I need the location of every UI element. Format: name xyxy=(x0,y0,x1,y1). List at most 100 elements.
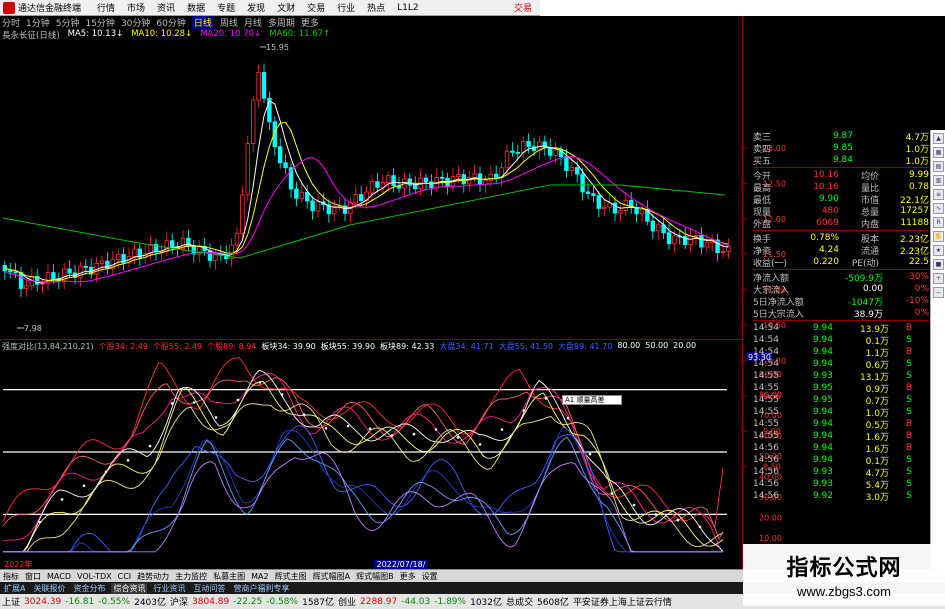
osc-series-line xyxy=(3,403,724,553)
indicator-name: 强度对比(13,84,210,21) xyxy=(2,342,94,351)
tick-price: 9.95 xyxy=(812,383,833,393)
period-monthly[interactable]: 月线 xyxy=(244,16,262,29)
index-cy-name[interactable]: 创业 xyxy=(338,595,356,608)
menu-item-wealth[interactable]: 文财 xyxy=(277,1,295,14)
osc-dot xyxy=(632,503,636,507)
menu-item-quotes[interactable]: 行情 xyxy=(97,1,115,14)
toolbar-item[interactable]: 辉式幅图B xyxy=(356,571,394,582)
toolbar-item[interactable]: 主力监控 xyxy=(175,571,207,582)
tick-price: 9.94 xyxy=(812,335,833,345)
period-30min[interactable]: 30分钟 xyxy=(121,16,150,29)
toolbar-item[interactable]: 设置 xyxy=(422,571,438,582)
menu-item-news[interactable]: 资讯 xyxy=(157,1,175,14)
index-sz-name[interactable]: 沪深 xyxy=(170,595,188,608)
bars-icon[interactable]: ▥ xyxy=(933,175,944,186)
tab-item[interactable]: 营商户福利专享 xyxy=(231,583,291,594)
toolbar-item[interactable]: 私募主图 xyxy=(213,571,245,582)
candle-body xyxy=(553,149,558,156)
hand-icon[interactable]: ✋ xyxy=(933,231,944,242)
period-15min[interactable]: 15分钟 xyxy=(85,16,114,29)
square-icon[interactable]: ■ xyxy=(933,259,944,270)
osc-dot xyxy=(280,393,284,396)
line-icon[interactable]: ∿ xyxy=(933,203,944,214)
ask-price: 9.84 xyxy=(832,155,853,165)
toolbar-item[interactable]: CCI xyxy=(118,572,132,581)
ask-price: 9.85 xyxy=(832,143,853,153)
candle-body xyxy=(375,181,380,188)
candle-body xyxy=(585,191,591,194)
candle-body xyxy=(83,265,88,268)
info-value: 6069 xyxy=(816,218,839,228)
menu-item-topics[interactable]: 专题 xyxy=(217,1,235,14)
quote-row: 净资 4.24 流通 2.23亿 xyxy=(753,244,929,257)
period-5min[interactable]: 5分钟 xyxy=(56,16,80,29)
menu-item-discover[interactable]: 发现 xyxy=(247,1,265,14)
oscillator-chart[interactable]: 2022年 xyxy=(2,357,727,569)
menu-item-trade[interactable]: 交易 xyxy=(307,1,325,14)
menu-item-industry[interactable]: 行业 xyxy=(337,1,355,14)
minus-icon[interactable]: − xyxy=(933,287,944,298)
period-multi[interactable]: 多周期 xyxy=(268,16,295,29)
candlestick-chart[interactable]: 15.95 7.98 xyxy=(2,43,731,333)
star-icon[interactable]: ★ xyxy=(933,245,944,256)
chart-icon[interactable]: ▤ xyxy=(933,161,944,172)
menu-item-data[interactable]: 数据 xyxy=(187,1,205,14)
menu-item-hot[interactable]: 热点 xyxy=(367,1,385,14)
index-sh-name[interactable]: 上证 xyxy=(2,595,20,608)
watermark-title: 指标公式网 xyxy=(786,556,902,581)
osc-item: 20.00 xyxy=(673,341,697,350)
toolbar-item[interactable]: 辉式幅图A xyxy=(313,571,350,582)
tab-item[interactable]: 资金分布 xyxy=(71,583,107,594)
total-turnover-label: 总成交 xyxy=(506,598,534,608)
toolbar-item[interactable]: 指标 xyxy=(3,571,19,582)
menu-item-l1l2[interactable]: L1L2 xyxy=(397,3,418,13)
period-daily[interactable]: 日线 xyxy=(191,16,214,29)
toolbar-item[interactable]: 趋势动力 xyxy=(137,571,169,582)
menu-item-market[interactable]: 市场 xyxy=(127,1,145,14)
period-more[interactable]: 更多 xyxy=(301,16,319,29)
tab-item[interactable]: 综合资讯 xyxy=(111,582,148,594)
osc-dot xyxy=(368,427,372,431)
trade-button[interactable]: 交易 xyxy=(514,1,532,14)
tab-item[interactable]: 关联报价 xyxy=(31,583,67,594)
grid-icon[interactable]: ▦ xyxy=(933,147,944,158)
period-1min[interactable]: 1分钟 xyxy=(26,16,50,29)
toolbar-item[interactable]: VOL-TDX xyxy=(77,572,112,581)
toolbar-item[interactable]: 辉式主图 xyxy=(275,571,307,582)
toolbar-item[interactable]: 窗口 xyxy=(25,571,41,582)
tab-item[interactable]: 互动问答 xyxy=(191,583,227,594)
candle-body xyxy=(7,270,13,273)
high-marker-label: 15.95 xyxy=(266,43,289,52)
rsi-icon[interactable]: R xyxy=(933,217,944,228)
tab-item[interactable]: 扩展A xyxy=(2,583,27,594)
toolbar-item[interactable]: MACD xyxy=(47,572,71,581)
tick-time: 14:54 xyxy=(753,323,779,333)
pane-divider[interactable] xyxy=(0,339,742,340)
candle-body xyxy=(456,174,461,178)
candle-body xyxy=(618,210,623,214)
candle-body xyxy=(261,72,267,99)
toolbar-item[interactable]: MA2 xyxy=(251,572,268,581)
info-value: 10.16 xyxy=(813,182,839,192)
index-sh-pct: -0.55% xyxy=(98,596,131,607)
quote-row: 净流入额 -509.9万 -30% xyxy=(753,271,929,284)
quote-row: 外盘 6069 内盘 11188 xyxy=(753,217,929,230)
candle-body xyxy=(310,200,315,212)
quote-side-panel: 卖三 9.87 4.7万 卖四 9.85 1.0万 买五 9.84 1.0万 今开 10.16 均价 9… xyxy=(753,130,929,570)
osc-series-line xyxy=(3,380,724,553)
toolbar-item[interactable]: 更多 xyxy=(400,571,416,582)
quote-row: 14:56 9.94 0.1万 S xyxy=(753,454,929,467)
flow-value: 38.9万 xyxy=(853,309,883,320)
plus-icon[interactable]: + xyxy=(933,273,944,284)
period-weekly[interactable]: 周线 xyxy=(220,16,238,29)
osc-item: 板块55: 39.90 xyxy=(320,342,376,351)
index-sz-change: -22.25 xyxy=(233,596,263,607)
period-intraday[interactable]: 分时 xyxy=(2,16,20,29)
tick-time: 14:56 xyxy=(753,491,779,501)
period-60min[interactable]: 60分钟 xyxy=(156,16,185,29)
tick-time: 14:54 xyxy=(753,359,779,369)
up-arrow-icon[interactable]: ▲ xyxy=(933,133,944,144)
tab-item[interactable]: 行业资讯 xyxy=(151,583,187,594)
info-value: 11188 xyxy=(900,218,929,228)
list-icon[interactable]: ≡ xyxy=(933,189,944,200)
